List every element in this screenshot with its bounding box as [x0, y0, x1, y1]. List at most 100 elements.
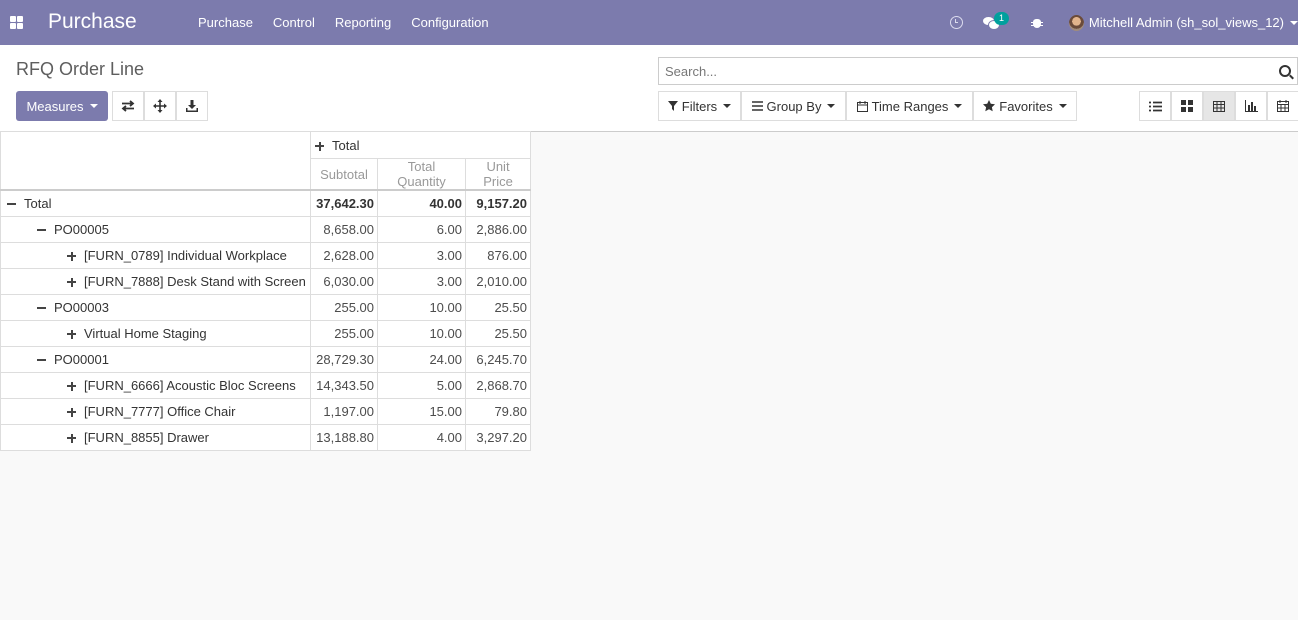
cell-subtotal[interactable]: 6,030.00 [310, 267, 378, 295]
chevron-down-icon [827, 104, 836, 108]
cell-unit-price[interactable]: 25.50 [465, 319, 531, 347]
timeranges-dropdown[interactable]: Time Ranges [846, 91, 973, 121]
row-header[interactable]: [FURN_8855] Drawer [0, 423, 311, 451]
cell-subtotal[interactable]: 14,343.50 [310, 371, 378, 399]
cell-quantity[interactable]: 5.00 [377, 371, 466, 399]
cell-quantity[interactable]: 24.00 [377, 345, 466, 373]
cell-subtotal[interactable]: 13,188.80 [310, 423, 378, 451]
cell-quantity[interactable]: 6.00 [377, 215, 466, 243]
groupby-label: Group By [766, 98, 822, 114]
cell-unit-price[interactable]: 2,868.70 [465, 371, 531, 399]
download-icon [186, 100, 198, 112]
cell-subtotal[interactable]: 28,729.30 [310, 345, 378, 373]
cell-unit-price[interactable]: 876.00 [465, 241, 531, 269]
row-header[interactable]: PO00003 [0, 293, 311, 321]
col-header-total[interactable]: Total [310, 131, 531, 159]
cell-quantity[interactable]: 10.00 [377, 293, 466, 321]
messages-button[interactable]: 1 [981, 0, 1009, 45]
groupby-dropdown[interactable]: Group By [741, 91, 846, 121]
plus-icon [67, 433, 76, 443]
cell-subtotal[interactable]: 37,642.30 [310, 189, 378, 217]
cell-quantity[interactable]: 3.00 [377, 241, 466, 269]
cell-subtotal[interactable]: 255.00 [310, 293, 378, 321]
flip-axis-button[interactable] [112, 91, 144, 121]
row-header[interactable]: PO00005 [0, 215, 311, 243]
list-lines-icon [751, 101, 763, 111]
table-row: PO00001 28,729.30 24.00 6,245.70 [0, 345, 531, 373]
view-kanban-button[interactable] [1171, 91, 1203, 121]
row-header[interactable]: [FURN_0789] Individual Workplace [0, 241, 311, 269]
kanban-view-icon [1181, 100, 1193, 112]
search-input[interactable] [665, 58, 1265, 84]
cell-quantity[interactable]: 10.00 [377, 319, 466, 347]
minus-icon [37, 359, 46, 362]
row-header[interactable]: PO00001 [0, 345, 311, 373]
calendar-icon [856, 100, 868, 112]
plus-icon [315, 141, 324, 151]
download-button[interactable] [176, 91, 208, 121]
cell-subtotal[interactable]: 2,628.00 [310, 241, 378, 269]
table-row: Virtual Home Staging 255.00 10.00 25.50 [0, 319, 531, 347]
calendar-view-icon [1277, 100, 1289, 112]
activity-button[interactable] [946, 0, 966, 45]
row-header[interactable]: [FURN_7777] Office Chair [0, 397, 311, 425]
plus-icon [67, 381, 76, 391]
bug-icon [1031, 17, 1043, 29]
cell-unit-price[interactable]: 79.80 [465, 397, 531, 425]
row-label: Total [24, 195, 52, 211]
row-label: PO00003 [54, 299, 109, 315]
expand-all-button[interactable] [144, 91, 176, 121]
menu-purchase[interactable]: Purchase [188, 0, 263, 45]
view-list-button[interactable] [1139, 91, 1171, 121]
apps-menu-icon[interactable] [10, 16, 23, 29]
cell-unit-price[interactable]: 3,297.20 [465, 423, 531, 451]
table-row: [FURN_6666] Acoustic Bloc Screens 14,343… [0, 371, 531, 399]
measure-header-unit-price[interactable]: Unit Price [465, 158, 531, 191]
favorites-dropdown[interactable]: Favorites [973, 91, 1077, 121]
menu-reporting[interactable]: Reporting [325, 0, 401, 45]
view-graph-button[interactable] [1235, 91, 1267, 121]
measure-header-total-quantity[interactable]: Total Quantity [377, 158, 466, 191]
search-icon[interactable] [1279, 65, 1291, 77]
search-box [658, 57, 1298, 85]
cell-subtotal[interactable]: 8,658.00 [310, 215, 378, 243]
measures-button[interactable]: Measures [16, 91, 108, 121]
row-header[interactable]: Total [0, 189, 311, 217]
row-label: [FURN_7777] Office Chair [84, 403, 236, 419]
chevron-down-icon [954, 104, 963, 108]
cell-unit-price[interactable]: 2,886.00 [465, 215, 531, 243]
chevron-down-icon [1058, 104, 1067, 108]
cell-unit-price[interactable]: 25.50 [465, 293, 531, 321]
cell-subtotal[interactable]: 1,197.00 [310, 397, 378, 425]
row-header[interactable]: [FURN_6666] Acoustic Bloc Screens [0, 371, 311, 399]
table-row: [FURN_0789] Individual Workplace 2,628.0… [0, 241, 531, 269]
row-header[interactable]: [FURN_7888] Desk Stand with Screen [0, 267, 311, 295]
user-menu[interactable]: Mitchell Admin (sh_sol_views_12) [1069, 0, 1298, 45]
cell-subtotal[interactable]: 255.00 [310, 319, 378, 347]
cell-unit-price[interactable]: 9,157.20 [465, 189, 531, 217]
row-header[interactable]: Virtual Home Staging [0, 319, 311, 347]
cell-quantity[interactable]: 3.00 [377, 267, 466, 295]
menu-control[interactable]: Control [263, 0, 325, 45]
cell-quantity[interactable]: 4.00 [377, 423, 466, 451]
cell-quantity[interactable]: 40.00 [377, 189, 466, 217]
cell-unit-price[interactable]: 6,245.70 [465, 345, 531, 373]
menu-configuration[interactable]: Configuration [401, 0, 498, 45]
messages-badge: 1 [994, 12, 1009, 25]
control-panel: RFQ Order Line Measures Filters Group By [0, 45, 1298, 132]
app-brand[interactable]: Purchase [48, 10, 137, 34]
view-pivot-button[interactable] [1203, 91, 1235, 121]
measure-header-subtotal[interactable]: Subtotal [310, 158, 378, 191]
filters-label: Filters [681, 98, 718, 114]
debug-button[interactable] [1027, 0, 1047, 45]
table-row: Total 37,642.30 40.00 9,157.20 [0, 189, 531, 217]
plus-icon [67, 277, 76, 287]
cell-unit-price[interactable]: 2,010.00 [465, 267, 531, 295]
cell-quantity[interactable]: 15.00 [377, 397, 466, 425]
minus-icon [7, 203, 16, 206]
filters-dropdown[interactable]: Filters [658, 91, 741, 121]
view-calendar-button[interactable] [1267, 91, 1298, 121]
chevron-down-icon [89, 104, 98, 108]
expand-arrows-icon [153, 99, 167, 113]
minus-icon [37, 229, 46, 232]
